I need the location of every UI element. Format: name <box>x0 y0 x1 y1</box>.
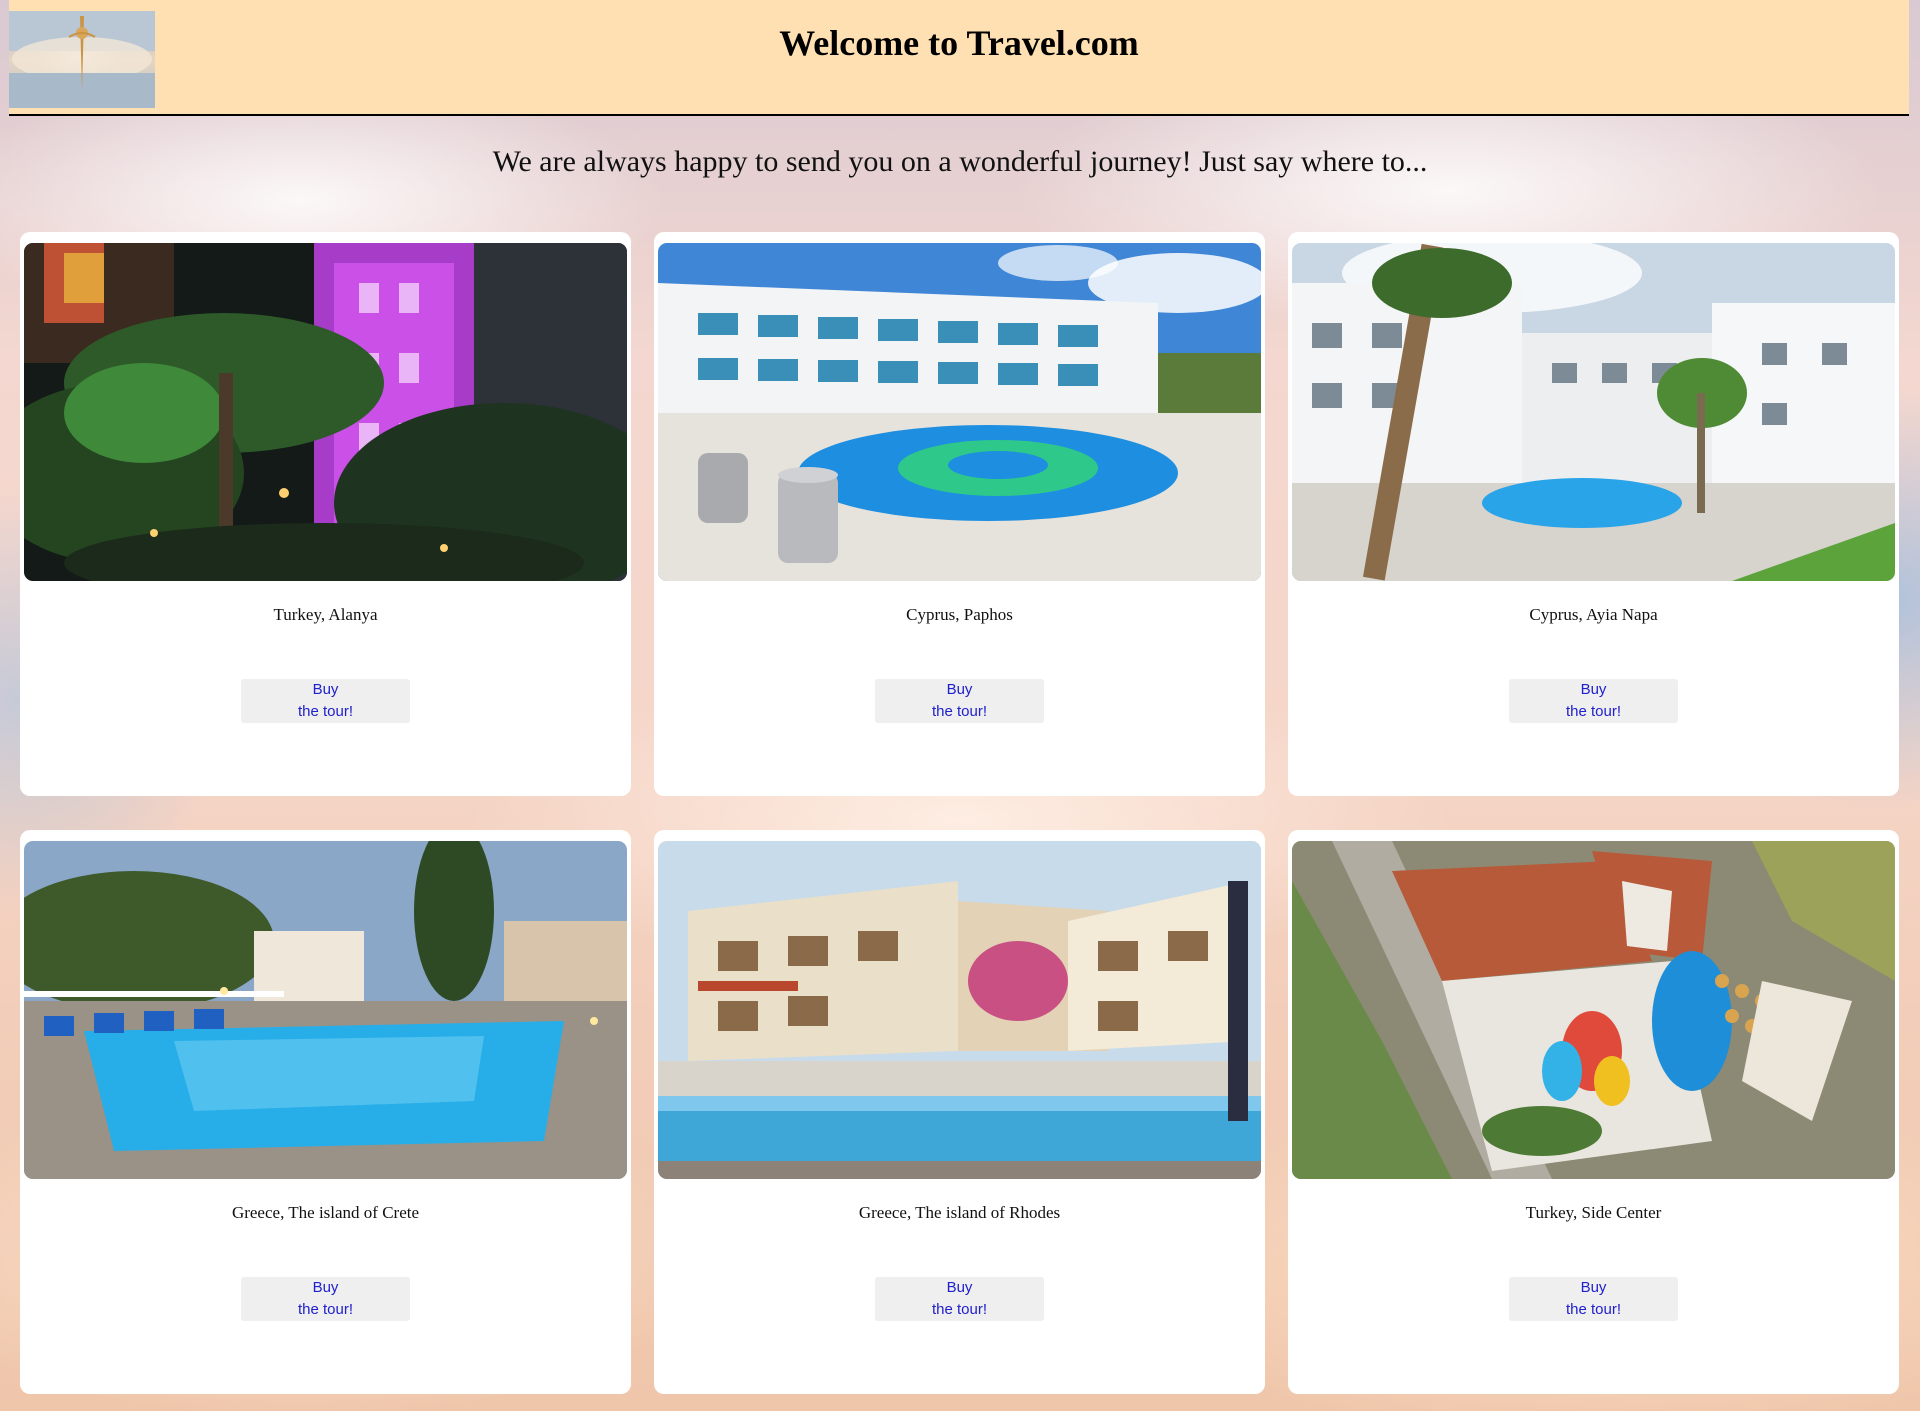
buy-label: Buy <box>1580 681 1607 698</box>
destination-label: Greece, The island of Crete <box>231 1203 420 1222</box>
tour-card: Greece, The island of Rhodes Buy the tou… <box>654 830 1265 1394</box>
aerial-resort-photo <box>1292 841 1895 1179</box>
buy-label-secondary: the tour! <box>1565 1301 1622 1318</box>
site-header: Welcome to Travel.com <box>9 0 1909 116</box>
tour-card: Turkey, Alanya Buy the tour! <box>20 232 631 796</box>
evening-pool-photo <box>24 841 627 1179</box>
buy-tour-button[interactable]: Buy the tour! <box>241 679 410 723</box>
hotel-pool-terrace-photo <box>658 841 1261 1179</box>
tours-grid: Turkey, Alanya Buy the tour! Cyprus, Pap… <box>20 232 1900 1394</box>
buy-label-secondary: the tour! <box>1565 703 1622 720</box>
buy-tour-button[interactable]: Buy the tour! <box>1509 679 1678 723</box>
buy-tour-button[interactable]: Buy the tour! <box>875 679 1044 723</box>
hotel-pool-photo <box>658 243 1261 581</box>
buy-label-secondary: the tour! <box>931 1301 988 1318</box>
destination-label: Turkey, Alanya <box>273 605 378 624</box>
destination-label: Greece, The island of Rhodes <box>858 1203 1061 1222</box>
site-title: Welcome to Travel.com <box>779 23 1139 63</box>
tour-card: Turkey, Side Center Buy the tour! <box>1288 830 1899 1394</box>
tour-card: Greece, The island of Crete Buy the tour… <box>20 830 631 1394</box>
buy-label-secondary: the tour! <box>931 703 988 720</box>
buy-label: Buy <box>312 1279 339 1296</box>
buy-label: Buy <box>946 1279 973 1296</box>
tour-card: Cyprus, Paphos Buy the tour! <box>654 232 1265 796</box>
buy-tour-button[interactable]: Buy the tour! <box>241 1277 410 1321</box>
tour-card: Cyprus, Ayia Napa Buy the tour! <box>1288 232 1899 796</box>
hotel-night-palms-photo <box>24 243 627 581</box>
buy-label-secondary: the tour! <box>297 1301 354 1318</box>
destination-label: Cyprus, Ayia Napa <box>1529 605 1658 624</box>
buy-label: Buy <box>946 681 973 698</box>
buy-tour-button[interactable]: Buy the tour! <box>875 1277 1044 1321</box>
buy-label: Buy <box>312 681 339 698</box>
buy-tour-button[interactable]: Buy the tour! <box>1509 1277 1678 1321</box>
destination-label: Turkey, Side Center <box>1525 1203 1662 1222</box>
white-hotel-courtyard-photo <box>1292 243 1895 581</box>
buy-label-secondary: the tour! <box>297 703 354 720</box>
buy-label: Buy <box>1580 1279 1607 1296</box>
tagline: We are always happy to send you on a won… <box>492 145 1428 178</box>
destination-label: Cyprus, Paphos <box>906 605 1013 624</box>
